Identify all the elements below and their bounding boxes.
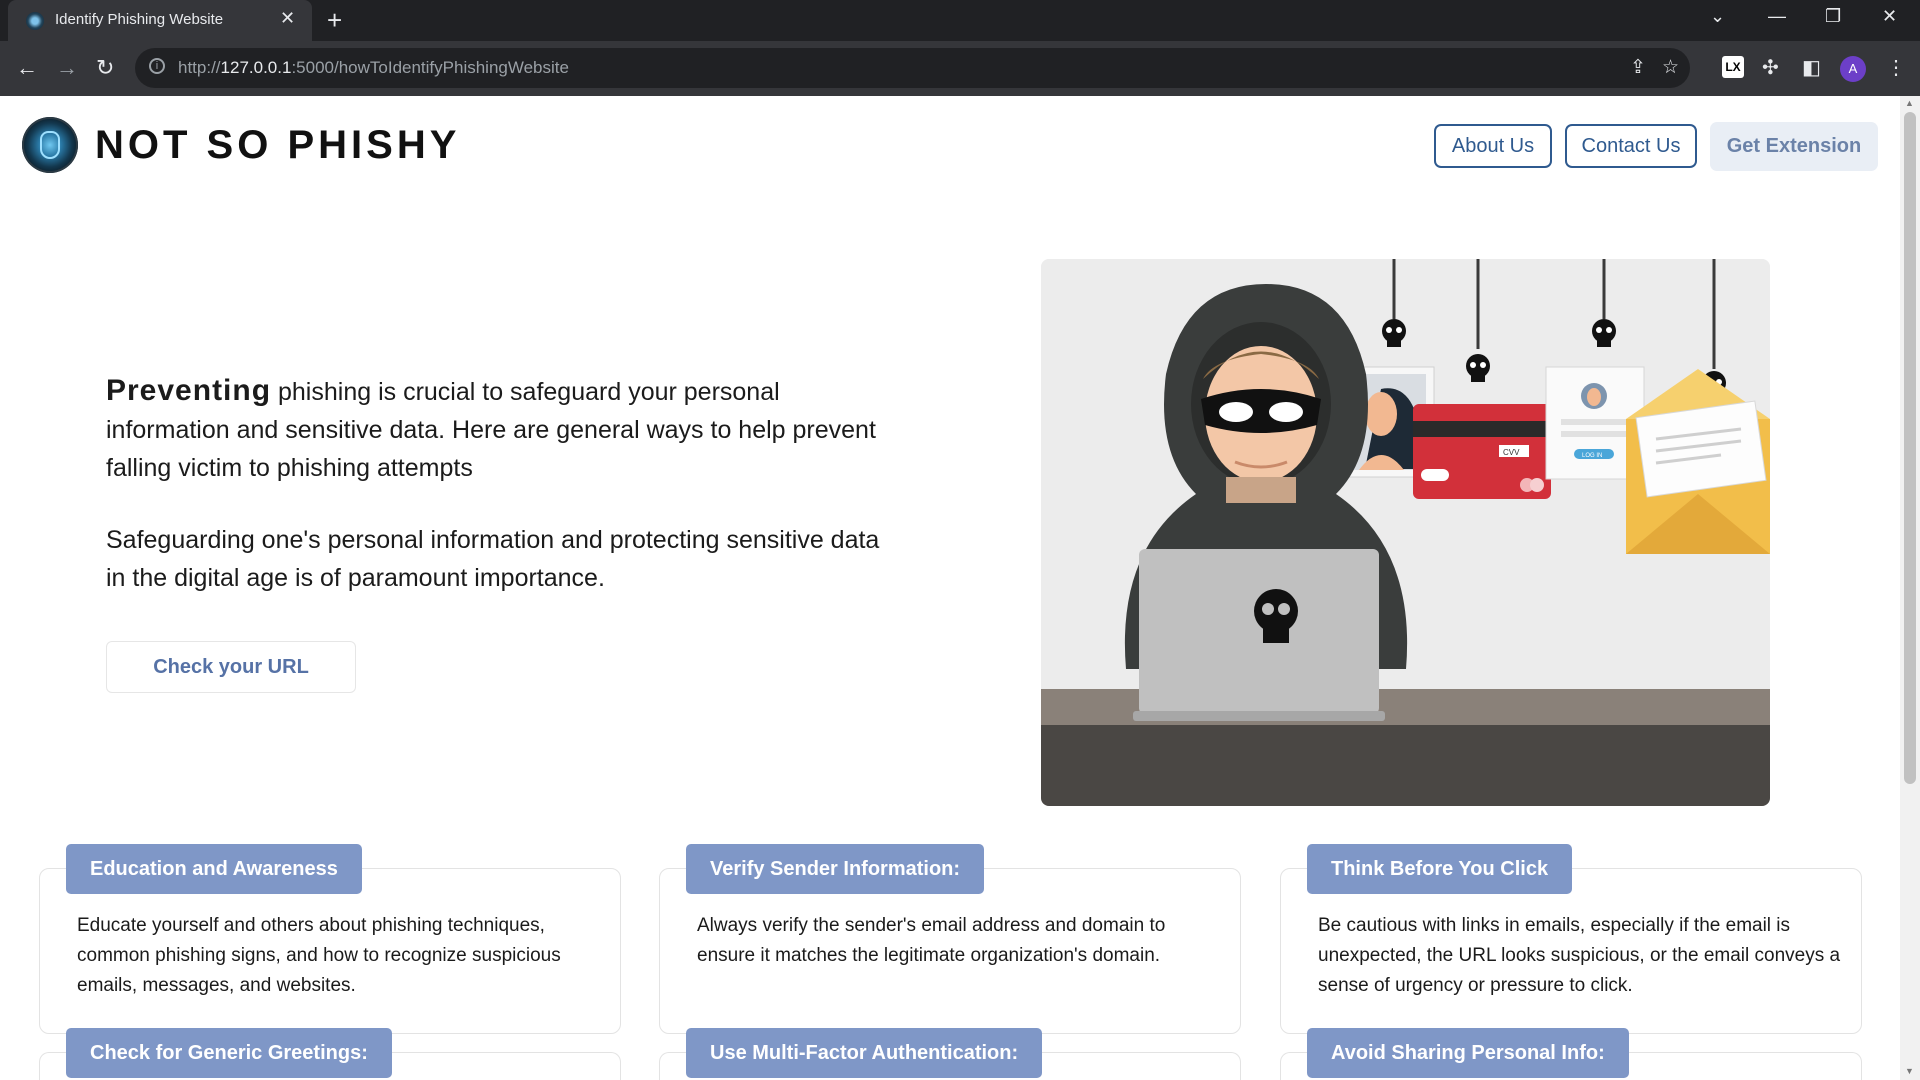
tip-title: Think Before You Click: [1307, 844, 1573, 894]
restore-window-icon[interactable]: ❐: [1825, 6, 1841, 27]
contact-us-button[interactable]: Contact Us: [1565, 124, 1697, 168]
site-info-icon[interactable]: i: [149, 58, 165, 74]
site-favicon-icon: [26, 12, 44, 30]
tab-title: Identify Phishing Website: [55, 11, 224, 28]
scroll-up-arrow-icon[interactable]: ▲: [1905, 98, 1914, 108]
browser-tab[interactable]: Identify Phishing Website ✕: [8, 0, 312, 41]
tip-title: Avoid Sharing Personal Info:: [1307, 1028, 1629, 1078]
get-extension-button[interactable]: Get Extension: [1710, 122, 1878, 171]
tip-card-generic-greetings: Check for Generic Greetings:: [39, 1028, 621, 1080]
tip-card-mfa: Use Multi-Factor Authentication:: [659, 1028, 1241, 1080]
tip-card-avoid-sharing: Avoid Sharing Personal Info:: [1280, 1028, 1862, 1080]
scroll-down-arrow-icon[interactable]: ▼: [1905, 1066, 1914, 1076]
card-cvv-label: CVV: [1503, 448, 1520, 457]
address-bar[interactable]: i http://127.0.0.1:5000/howToIdentifyPhi…: [135, 48, 1690, 88]
brand-title[interactable]: NOT SO PHISHY: [95, 123, 460, 168]
tip-title: Use Multi-Factor Authentication:: [686, 1028, 1043, 1078]
tip-card-verify-sender: Verify Sender Information: Always verify…: [659, 844, 1241, 1034]
browser-menu-icon[interactable]: ⋮: [1886, 55, 1906, 80]
tab-close-icon[interactable]: ✕: [280, 8, 295, 29]
new-tab-icon[interactable]: +: [327, 5, 342, 36]
check-url-button[interactable]: Check your URL: [106, 641, 356, 693]
hero-paragraph-1: Preventing phishing is crucial to safegu…: [106, 372, 886, 487]
side-panel-icon[interactable]: ◧: [1802, 55, 1821, 80]
tip-body: Educate yourself and others about phishi…: [77, 915, 561, 996]
page-scrollbar[interactable]: ▲ ▼: [1900, 96, 1920, 1080]
browser-tab-strip: Identify Phishing Website ✕ + ⌄ — ❐ ✕: [0, 0, 1920, 41]
tip-body: Always verify the sender's email address…: [697, 915, 1166, 966]
tip-card-think-before-click: Think Before You Click Be cautious with …: [1280, 844, 1862, 1034]
tip-title: Verify Sender Information:: [686, 844, 985, 894]
page-viewport: NOT SO PHISHY About Us Contact Us Get Ex…: [0, 96, 1900, 1080]
extension-lx-icon[interactable]: LX: [1722, 56, 1744, 78]
bookmark-star-icon[interactable]: ☆: [1662, 56, 1679, 79]
scrollbar-thumb[interactable]: [1904, 112, 1916, 784]
hero-lead-word: Preventing: [106, 374, 272, 407]
tab-search-chevron-icon[interactable]: ⌄: [1710, 6, 1725, 27]
tip-title: Education and Awareness: [66, 844, 362, 894]
about-us-button[interactable]: About Us: [1434, 124, 1552, 168]
profile-avatar[interactable]: A: [1840, 56, 1866, 82]
tip-body: Be cautious with links in emails, especi…: [1318, 915, 1841, 996]
reload-icon[interactable]: ↻: [96, 55, 114, 81]
tip-title: Check for Generic Greetings:: [66, 1028, 392, 1078]
hacker-illustration: CVV LOG IN: [1041, 259, 1770, 806]
forward-arrow-icon[interactable]: →: [56, 55, 78, 81]
minimize-window-icon[interactable]: —: [1768, 6, 1786, 27]
share-icon[interactable]: ⇪: [1630, 56, 1646, 79]
tip-card-education: Education and Awareness Educate yourself…: [39, 844, 621, 1034]
close-window-icon[interactable]: ✕: [1882, 6, 1897, 27]
site-logo-icon[interactable]: [22, 117, 78, 173]
hero-intro: Preventing phishing is crucial to safegu…: [106, 372, 886, 597]
hero-paragraph-2: Safeguarding one's personal information …: [106, 526, 880, 592]
back-arrow-icon[interactable]: ←: [16, 55, 38, 81]
login-label: LOG IN: [1582, 453, 1602, 459]
browser-toolbar: ← → ↻ i http://127.0.0.1:5000/howToIdent…: [0, 41, 1920, 96]
url-text[interactable]: http://127.0.0.1:5000/howToIdentifyPhish…: [178, 58, 569, 78]
extensions-puzzle-icon[interactable]: ✣: [1762, 55, 1779, 80]
